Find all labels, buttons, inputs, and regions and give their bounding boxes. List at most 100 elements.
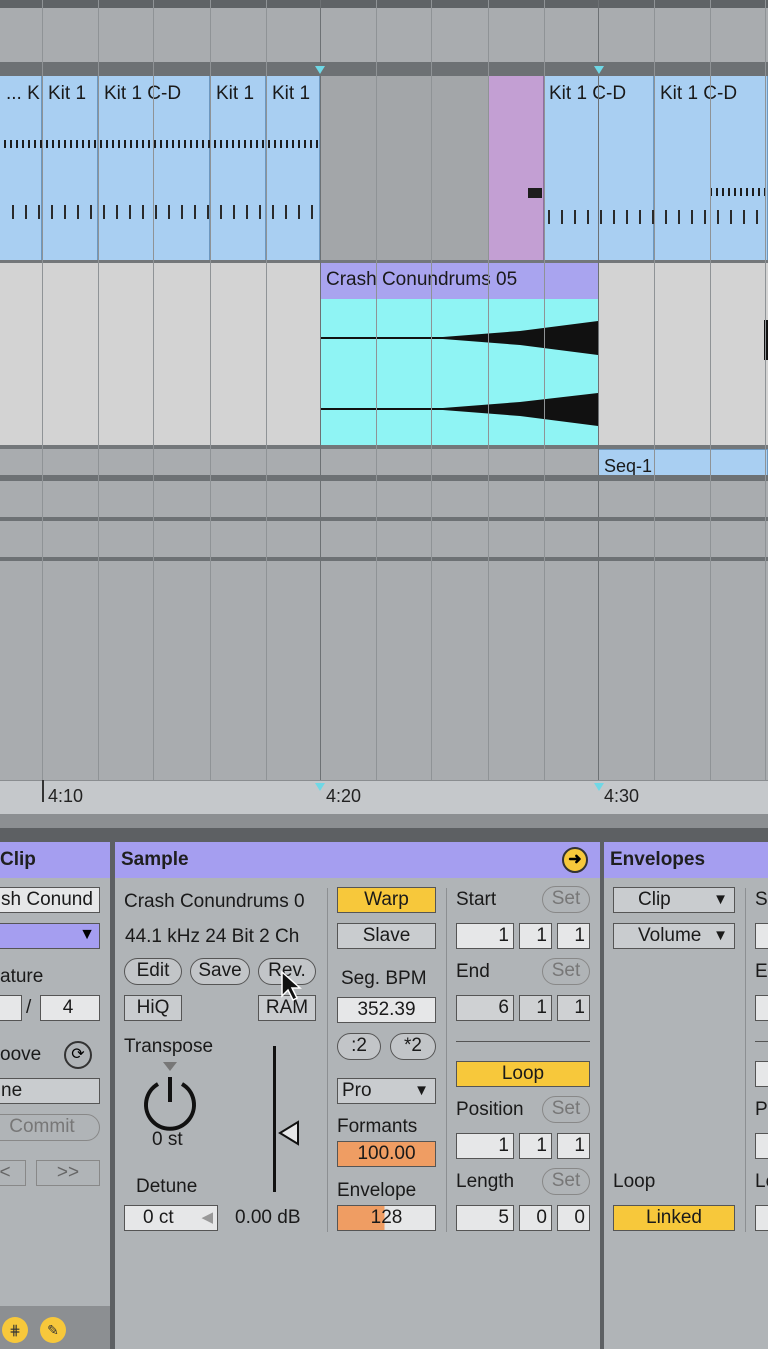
midi-clip-title: ... K [6, 83, 40, 104]
warp-toggle[interactable]: Warp [337, 887, 436, 913]
gain-slider-handle[interactable] [278, 1120, 300, 1146]
length-set-button[interactable]: Set [542, 1168, 590, 1195]
midi-clip-title: Kit 1 [48, 83, 87, 104]
gain-slider-track[interactable] [273, 1046, 276, 1192]
start-beat-field[interactable]: 1 [519, 923, 552, 949]
signature-numerator[interactable] [0, 995, 22, 1021]
envelope-device-select[interactable]: Clip [613, 887, 735, 913]
end-set-button[interactable]: Set [542, 958, 590, 985]
groove-label: oove [0, 1044, 42, 1065]
groove-hot-swap-icon[interactable]: ⟳ [64, 1041, 92, 1069]
purple-clip[interactable] [488, 76, 544, 260]
length-beat-field[interactable]: 0 [519, 1205, 552, 1231]
end-label: End [456, 961, 490, 982]
half-tempo-button[interactable]: :2 [337, 1033, 381, 1060]
empty-track-lane[interactable] [0, 521, 768, 557]
end-beat-field[interactable]: 1 [519, 995, 552, 1021]
track-separator [0, 62, 768, 76]
clip-name-field[interactable]: sh Conund [0, 887, 100, 913]
envelope-loop-label: Loop [613, 1171, 656, 1192]
midi-notes-row [4, 140, 318, 148]
nudge-back-button[interactable]: < [0, 1160, 26, 1186]
position-bar-field[interactable]: 1 [456, 1133, 514, 1159]
double-tempo-button[interactable]: *2 [390, 1033, 436, 1060]
envelopes-panel: Envelopes [604, 842, 768, 1349]
warp-mode-select[interactable]: Pro [337, 1078, 436, 1104]
loop-toggle[interactable]: Loop [456, 1061, 590, 1087]
ruler-label: 4:10 [48, 786, 84, 806]
signature-denominator[interactable]: 4 [40, 995, 100, 1021]
audio-clip[interactable]: Crash Conundrums 05 [320, 263, 598, 445]
panel-divider [446, 888, 447, 1232]
drum-icon[interactable]: ⋕ [2, 1317, 28, 1343]
clipped-field[interactable] [755, 995, 768, 1021]
loop-end-marker[interactable] [594, 66, 604, 74]
sample-panel-title: Sample [115, 842, 600, 878]
envelope-control-select[interactable]: Volume [613, 923, 735, 949]
mouse-cursor-icon [281, 970, 302, 1002]
detune-arrow-icon: ◀ [201, 1209, 213, 1226]
length-bar-field[interactable]: 5 [456, 1205, 514, 1231]
clipped-field[interactable] [755, 1061, 768, 1087]
position-set-button[interactable]: Set [542, 1096, 590, 1123]
clip-color-select[interactable]: ▼ [0, 923, 100, 949]
start-bar-field[interactable]: 1 [456, 923, 514, 949]
clipped-field[interactable] [755, 1205, 768, 1231]
clipped-label: S [755, 889, 768, 910]
ruler-bottom-bar [0, 814, 768, 828]
formants-field[interactable]: 100.00 [337, 1141, 436, 1167]
end-bar-field[interactable]: 6 [456, 995, 514, 1021]
panel-divider [327, 888, 328, 1232]
seg-bpm-field[interactable]: 352.39 [337, 997, 436, 1023]
start-sixteenth-field[interactable]: 1 [557, 923, 590, 949]
sample-file-name: Crash Conundrums 0 [124, 891, 305, 912]
detune-field[interactable]: 0 ct ◀ [124, 1205, 218, 1231]
empty-track-lane[interactable] [0, 481, 768, 517]
signature-label: ature [0, 966, 44, 987]
edit-pencil-icon[interactable]: ✎ [40, 1317, 66, 1343]
position-beat-field[interactable]: 1 [519, 1133, 552, 1159]
clipped-label: Le [755, 1171, 768, 1192]
slave-toggle[interactable]: Slave [337, 923, 436, 949]
transpose-knob[interactable] [140, 1072, 200, 1132]
groove-select[interactable]: ne [0, 1078, 100, 1104]
audio-track-lane-right[interactable] [598, 263, 768, 445]
start-set-button[interactable]: Set [542, 886, 590, 913]
hiq-button[interactable]: HiQ [124, 995, 182, 1021]
chevron-down-icon: ▼ [79, 926, 95, 943]
ruler-marker [594, 783, 604, 791]
detune-value: 0 ct [143, 1207, 174, 1228]
midi-clip-title: Kit 1 [216, 83, 255, 104]
clip-edge-right [764, 320, 768, 360]
midi-note [528, 188, 542, 198]
detune-label: Detune [136, 1176, 198, 1197]
clipped-field[interactable] [755, 923, 768, 949]
start-label: Start [456, 889, 497, 910]
nudge-forward-button[interactable]: >> [36, 1160, 100, 1186]
envelopes-panel-title: Envelopes [604, 842, 768, 878]
midi-notes-row [12, 205, 318, 219]
midi-notes-row [710, 188, 766, 196]
loop-start-marker[interactable] [315, 66, 325, 74]
clipped-label: P [755, 1099, 768, 1120]
commit-button[interactable]: Commit [0, 1114, 100, 1141]
end-sixteenth-field[interactable]: 1 [557, 995, 590, 1021]
transpose-indicator [163, 1062, 177, 1071]
hot-swap-arrow-icon[interactable]: ➜ [562, 847, 588, 873]
time-ruler[interactable] [0, 780, 768, 814]
envelope-value: 128 [370, 1207, 403, 1228]
save-button[interactable]: Save [190, 958, 250, 985]
clipped-label: E [755, 961, 768, 982]
empty-arrangement-area[interactable] [0, 561, 768, 780]
length-label: Length [456, 1171, 515, 1192]
empty-track-lane-top[interactable] [0, 8, 768, 62]
clipped-field[interactable] [755, 1133, 768, 1159]
envelope-field[interactable]: 128 [337, 1205, 436, 1231]
position-label: Position [456, 1099, 524, 1120]
seq-clip-title: Seq-1 [604, 456, 653, 476]
position-sixteenth-field[interactable]: 1 [557, 1133, 590, 1159]
clip-panel-title: Clip [0, 842, 110, 878]
edit-button[interactable]: Edit [124, 958, 182, 985]
length-sixteenth-field[interactable]: 0 [557, 1205, 590, 1231]
linked-toggle[interactable]: Linked [613, 1205, 735, 1231]
